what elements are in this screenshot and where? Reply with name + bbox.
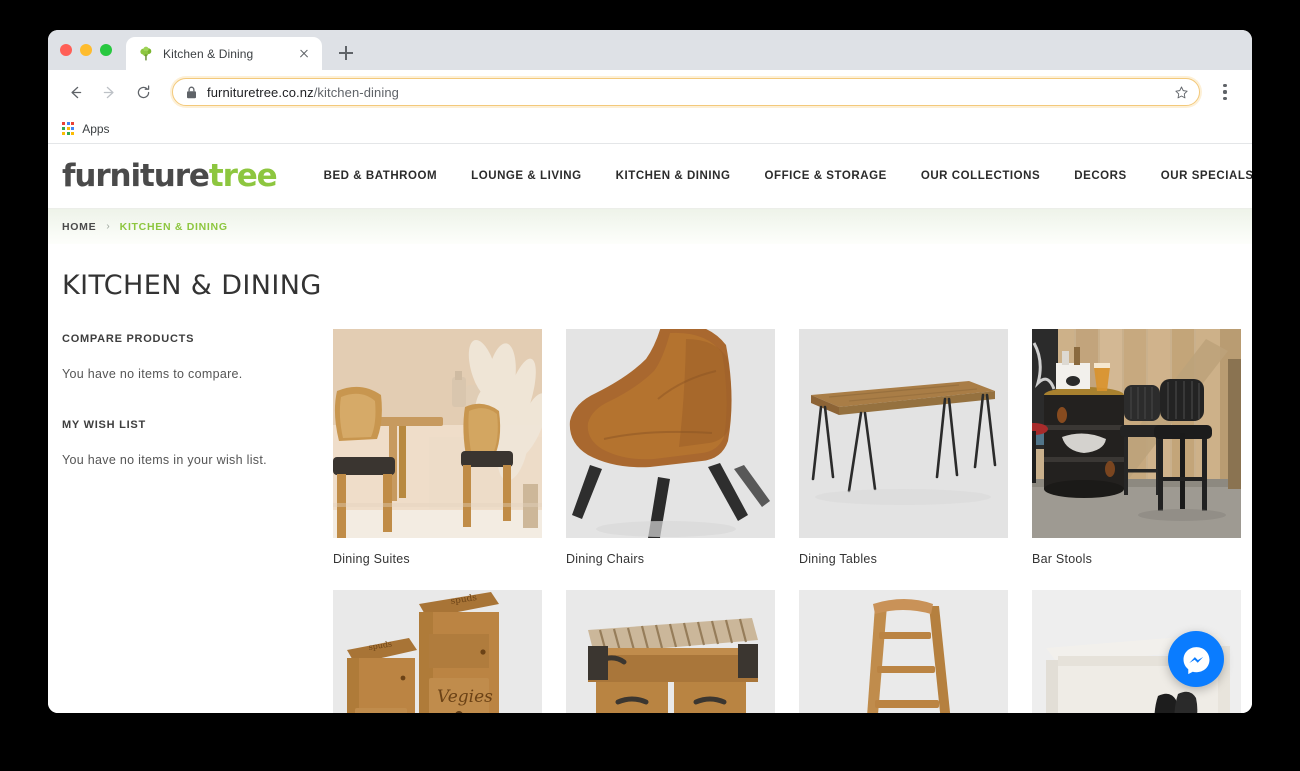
category-label: Dining Tables — [799, 552, 878, 566]
vegie-storage-bins-image: spuds Vegies spuds — [333, 590, 542, 713]
chrome-menu-button[interactable] — [1212, 77, 1238, 107]
logo-text-primary: furniture — [62, 158, 210, 194]
category-card-row2-1[interactable]: spuds Vegies spuds — [333, 590, 542, 713]
tree-icon — [138, 46, 154, 62]
wishlist-title: MY WISH LIST — [62, 419, 146, 431]
breadcrumb-item-current: KITCHEN & DINING — [119, 220, 228, 233]
wishlist-empty-text: You have no items in your wish list. — [62, 453, 267, 467]
hairpin-wood-table-image — [799, 329, 1008, 538]
compare-products-empty-text: You have no items to compare. — [62, 367, 243, 381]
close-icon[interactable] — [296, 46, 312, 62]
wishlist-block: MY WISH LIST You have no items in your w… — [62, 419, 320, 467]
browser-window: Kitchen & Dining furnituretree.co.nz/kit… — [48, 30, 1252, 713]
nav-item-decors[interactable]: DECORS — [1057, 170, 1144, 182]
category-label: Dining Suites — [333, 552, 410, 566]
nav-item-kitchen-dining[interactable]: KITCHEN & DINING — [599, 170, 748, 182]
site-header: furnituretree BED & BATHROOM LOUNGE & LI… — [48, 144, 1252, 208]
category-grid: Dining Suites Dining Chairs Dining Table… — [320, 329, 1252, 713]
nav-item-office-storage[interactable]: OFFICE & STORAGE — [748, 170, 904, 182]
url-domain: furnituretree.co.nz — [207, 84, 314, 100]
address-bar[interactable]: furnituretree.co.nz/kitchen-dining — [172, 78, 1200, 106]
page-title: KITCHEN & DINING — [62, 270, 322, 301]
chevron-right-icon: › — [106, 221, 110, 232]
messenger-chat-button[interactable] — [1168, 631, 1224, 687]
dining-room-scene-image — [333, 329, 542, 538]
nav-item-lounge-living[interactable]: LOUNGE & LIVING — [454, 170, 598, 182]
close-window-button[interactable] — [60, 44, 72, 56]
back-button[interactable] — [60, 77, 90, 107]
compare-products-title: COMPARE PRODUCTS — [62, 333, 195, 345]
breadcrumb: HOME › KITCHEN & DINING — [48, 208, 1252, 244]
window-traffic-lights — [60, 30, 126, 70]
lock-icon — [186, 86, 197, 99]
tan-leather-chair-image — [566, 329, 775, 538]
url-path: /kitchen-dining — [313, 84, 400, 100]
logo-text-accent: tree — [208, 158, 278, 194]
category-card-row2-3[interactable] — [799, 590, 1008, 713]
maximize-window-button[interactable] — [100, 44, 112, 56]
main-navigation: BED & BATHROOM LOUNGE & LIVING KITCHEN &… — [307, 170, 1252, 182]
category-card-bar-stools[interactable]: Bar Stools — [1032, 329, 1241, 566]
industrial-bar-stools-image — [1032, 329, 1241, 538]
nav-item-our-collections[interactable]: OUR COLLECTIONS — [904, 170, 1057, 182]
category-card-row2-2[interactable] — [566, 590, 775, 713]
step-ladder-image — [799, 590, 1008, 713]
svg-text:Vegies: Vegies — [437, 687, 493, 707]
bookmarks-bar: Apps — [48, 114, 1252, 144]
breadcrumb-item-home[interactable]: HOME — [62, 221, 96, 233]
bookmark-star-icon[interactable] — [1174, 85, 1189, 100]
category-label: Dining Chairs — [566, 552, 645, 566]
reload-button[interactable] — [128, 77, 158, 107]
new-tab-button[interactable] — [332, 39, 360, 67]
compare-products-block: COMPARE PRODUCTS You have no items to co… — [62, 333, 320, 381]
browser-toolbar: furnituretree.co.nz/kitchen-dining — [48, 70, 1252, 114]
tab-title: Kitchen & Dining — [163, 46, 254, 61]
url-text: furnituretree.co.nz/kitchen-dining — [207, 85, 1164, 100]
page-viewport: furnituretree BED & BATHROOM LOUNGE & LI… — [48, 144, 1252, 713]
category-card-dining-tables[interactable]: Dining Tables — [799, 329, 1008, 566]
category-card-dining-chairs[interactable]: Dining Chairs — [566, 329, 775, 566]
category-card-dining-suites[interactable]: Dining Suites — [333, 329, 542, 566]
browser-tab[interactable]: Kitchen & Dining — [126, 37, 322, 70]
apps-grid-icon — [62, 122, 75, 135]
tab-strip: Kitchen & Dining — [48, 30, 1252, 70]
sidebar: COMPARE PRODUCTS You have no items to co… — [62, 329, 320, 713]
minimize-window-button[interactable] — [80, 44, 92, 56]
butcher-block-image — [566, 590, 775, 713]
bookmark-item-apps[interactable]: Apps — [82, 122, 109, 136]
nav-item-our-specials[interactable]: OUR SPECIALS — [1144, 170, 1252, 182]
content-area: COMPARE PRODUCTS You have no items to co… — [48, 301, 1252, 713]
category-label: Bar Stools — [1032, 552, 1093, 566]
nav-item-bed-bathroom[interactable]: BED & BATHROOM — [307, 170, 455, 182]
forward-button[interactable] — [94, 77, 124, 107]
site-logo[interactable]: furnituretree — [62, 158, 278, 194]
